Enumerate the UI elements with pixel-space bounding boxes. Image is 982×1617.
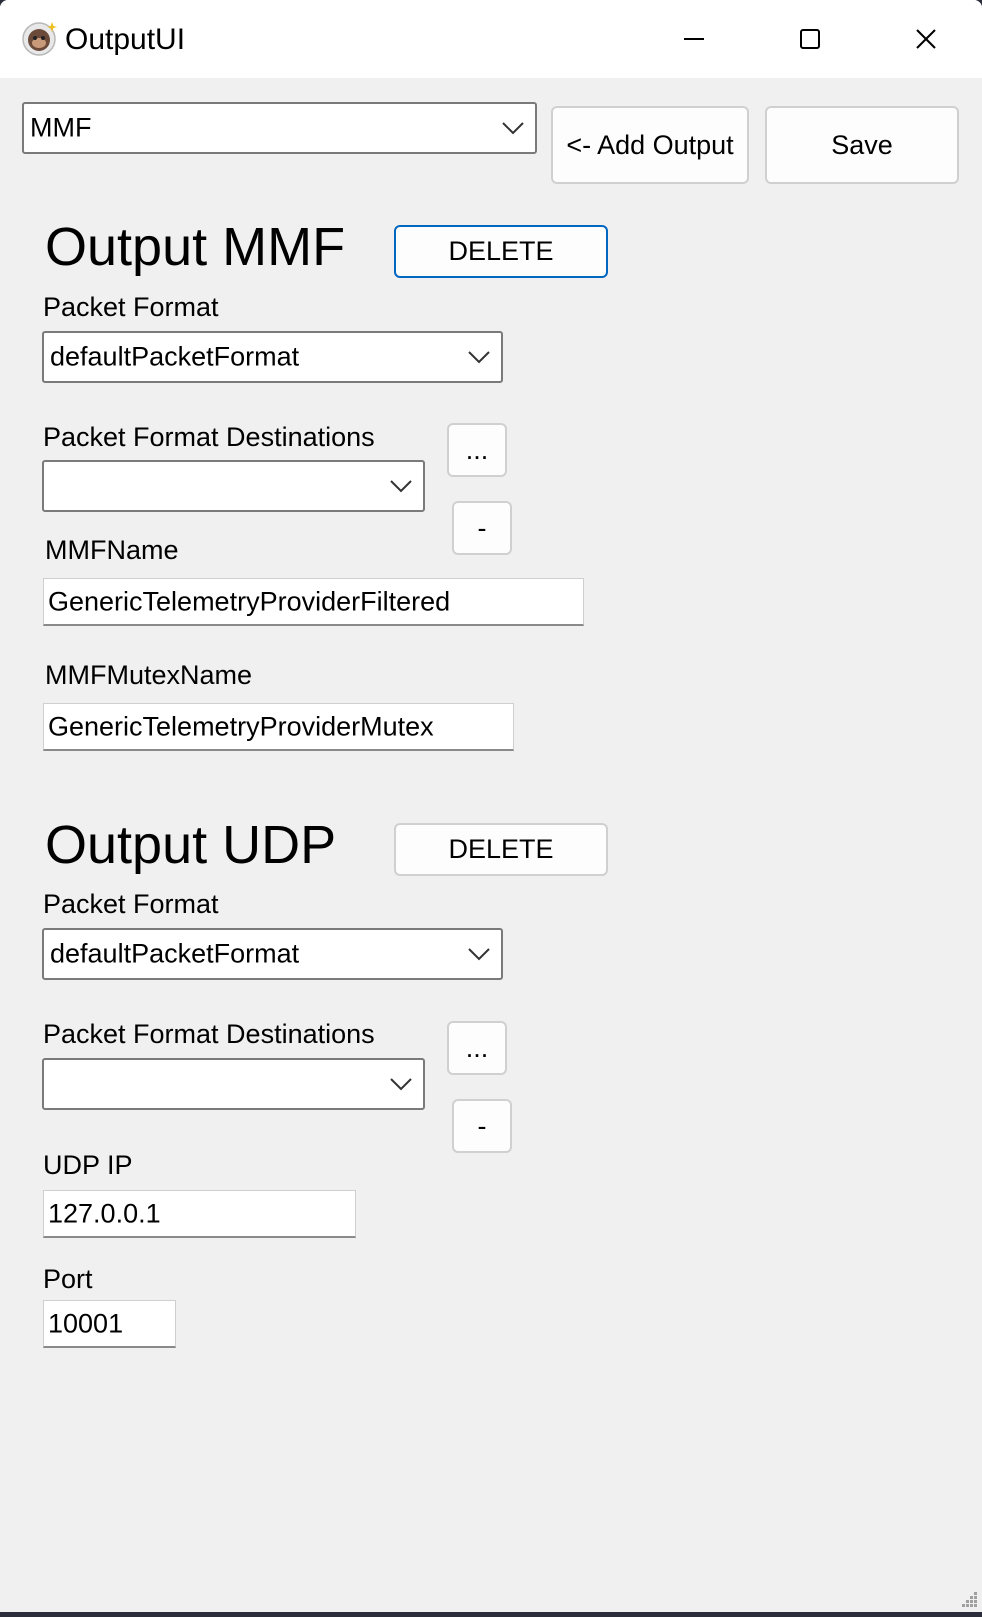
remove-destination-button[interactable]: - xyxy=(452,501,512,555)
astronaut-monkey-icon xyxy=(22,22,57,56)
remove-label: - xyxy=(477,512,487,543)
packet-format-label: Packet Format xyxy=(43,889,219,919)
save-button[interactable]: Save xyxy=(765,106,959,184)
add-output-label: <- Add Output xyxy=(566,129,734,160)
mmf-mutex-name-input[interactable]: GenericTelemetryProviderMutex xyxy=(43,703,514,751)
field-label: MMFMutexName xyxy=(45,660,253,690)
output-ui-window: OutputUI MMF <- Add Output Save Output M… xyxy=(0,0,982,1612)
remove-destination-button[interactable]: - xyxy=(452,1099,512,1153)
packet-format-select[interactable]: defaultPacketFormat xyxy=(42,331,503,383)
add-output-button[interactable]: <- Add Output xyxy=(551,106,749,184)
field-label: Port xyxy=(43,1264,93,1294)
browse-label: ... xyxy=(465,434,489,465)
section-title: Output MMF xyxy=(45,217,346,277)
packet-format-label: Packet Format xyxy=(43,292,219,322)
client-area: MMF <- Add Output Save Output MMF DELETE… xyxy=(0,78,982,1612)
field-label: MMFName xyxy=(45,535,179,565)
udp-ip-input[interactable]: 127.0.0.1 xyxy=(43,1190,356,1238)
maximize-button[interactable] xyxy=(752,0,868,78)
packet-format-value: defaultPacketFormat xyxy=(50,938,300,969)
udp-ip-value: 127.0.0.1 xyxy=(48,1198,161,1228)
delete-label: DELETE xyxy=(448,236,554,266)
mmf-name-value: GenericTelemetryProviderFiltered xyxy=(48,586,451,616)
mmf-name-input[interactable]: GenericTelemetryProviderFiltered xyxy=(43,578,584,626)
output-type-select[interactable]: MMF xyxy=(22,102,537,154)
chevron-down-icon xyxy=(468,351,490,364)
delete-button[interactable]: DELETE xyxy=(394,823,608,876)
packet-format-select[interactable]: defaultPacketFormat xyxy=(42,928,503,980)
remove-label: - xyxy=(477,1110,487,1141)
port-input[interactable]: 10001 xyxy=(43,1300,176,1348)
port-value: 10001 xyxy=(48,1308,124,1338)
chevron-down-icon xyxy=(390,1078,412,1091)
chevron-down-icon xyxy=(502,122,524,135)
save-label: Save xyxy=(831,129,893,160)
output-type-value: MMF xyxy=(30,112,92,143)
close-icon xyxy=(916,29,936,49)
title-bar[interactable]: OutputUI xyxy=(0,0,982,78)
packet-format-destinations-select[interactable] xyxy=(42,1058,425,1110)
delete-label: DELETE xyxy=(448,834,554,864)
minimize-button[interactable] xyxy=(636,0,752,78)
packet-format-destinations-label: Packet Format Destinations xyxy=(43,1019,375,1049)
packet-format-destinations-select[interactable] xyxy=(42,460,425,512)
mmf-mutex-name-value: GenericTelemetryProviderMutex xyxy=(48,711,434,741)
chevron-down-icon xyxy=(468,948,490,961)
chevron-down-icon xyxy=(390,480,412,493)
resize-grip-icon[interactable] xyxy=(960,1590,978,1608)
packet-format-value: defaultPacketFormat xyxy=(50,341,300,372)
delete-button[interactable]: DELETE xyxy=(394,225,608,278)
packet-format-destinations-label: Packet Format Destinations xyxy=(43,422,375,452)
section-title: Output UDP xyxy=(45,815,337,875)
browse-label: ... xyxy=(465,1032,489,1063)
browse-destinations-button[interactable]: ... xyxy=(447,1021,507,1075)
minimize-icon xyxy=(684,38,704,40)
maximize-icon xyxy=(800,29,820,49)
close-button[interactable] xyxy=(868,0,982,78)
field-label: UDP IP xyxy=(43,1150,133,1180)
browse-destinations-button[interactable]: ... xyxy=(447,423,507,477)
desktop-background xyxy=(0,1612,982,1617)
window-title: OutputUI xyxy=(65,23,186,56)
